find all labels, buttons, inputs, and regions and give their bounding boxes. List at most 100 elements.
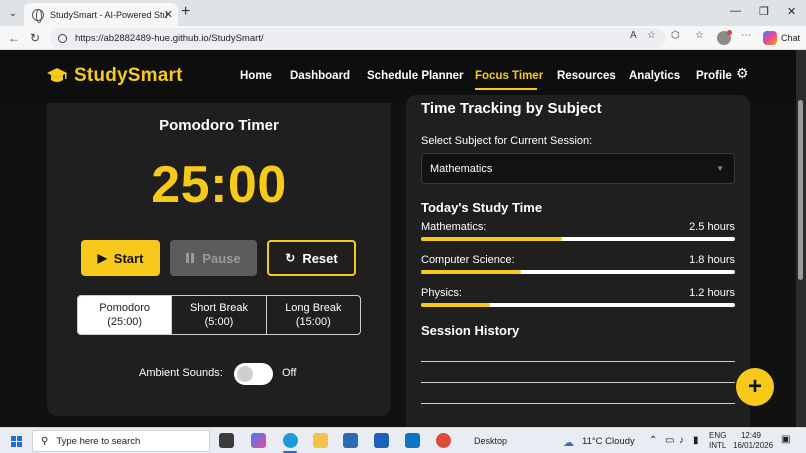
close-window-icon[interactable]: ✕ <box>787 5 796 18</box>
notification-dot <box>727 30 732 35</box>
nav-home[interactable]: Home <box>240 70 272 82</box>
clock-time: 12:49 <box>740 431 762 440</box>
play-icon: ▶ <box>97 251 107 265</box>
tab-title: StudySmart - AI-Powered Study Pl <box>50 9 168 20</box>
pause-icon <box>186 253 195 263</box>
scrollbar-thumb[interactable] <box>798 100 803 280</box>
tab-actions-icon[interactable]: ⌄ <box>4 4 22 22</box>
restore-icon[interactable]: ❐ <box>759 5 769 18</box>
nav-schedule-planner[interactable]: Schedule Planner <box>367 70 464 82</box>
close-tab-icon[interactable]: ✕ <box>164 8 173 21</box>
chat-button[interactable]: Chat <box>781 33 800 43</box>
taskbar-search-placeholder: Type here to search <box>56 435 141 447</box>
copilot-icon[interactable] <box>763 31 777 45</box>
file-explorer-icon[interactable] <box>313 433 328 448</box>
site-info-icon[interactable] <box>58 33 67 43</box>
nav-resources[interactable]: Resources <box>557 70 616 82</box>
subject-select[interactable]: Mathematics ▼ <box>421 153 735 184</box>
url-field[interactable]: https://ab2882489-hue.github.io/StudySma… <box>50 28 666 48</box>
subject-hours: 1.8 hours <box>689 254 735 266</box>
edge-browser-icon[interactable] <box>283 433 298 448</box>
nav-focus-timer[interactable]: Focus Timer <box>475 70 543 82</box>
subject-select-value: Mathematics <box>430 162 493 175</box>
mode-name: Pomodoro <box>99 302 151 314</box>
subject-progress-fill <box>421 303 491 307</box>
cloud-weather-icon[interactable]: ☁ <box>563 436 574 449</box>
globe-icon <box>32 8 44 23</box>
tray-chevron-up-icon[interactable]: ⌃ <box>649 435 657 446</box>
new-tab-icon[interactable]: + <box>181 4 190 20</box>
session-history-header <box>421 348 735 362</box>
nav-profile[interactable]: Profile <box>696 70 732 82</box>
mode-duration: (5:00) <box>204 316 234 328</box>
site-logo[interactable]: StudySmart <box>74 65 183 87</box>
windows-start-icon[interactable] <box>11 436 22 447</box>
outlook-icon[interactable] <box>405 433 420 448</box>
chrome-icon[interactable] <box>436 433 451 448</box>
start-label: Start <box>113 250 144 266</box>
refresh-icon[interactable]: ↻ <box>30 31 40 45</box>
mode-duration: (15:00) <box>295 316 331 328</box>
system-clock[interactable]: 12:49 16/01/2026 <box>733 431 773 451</box>
subject-progress-track <box>421 237 735 241</box>
favorite-star-icon[interactable]: ☆ <box>647 30 656 41</box>
start-button[interactable]: ▶ Start <box>81 240 160 276</box>
todays-study-title: Today's Study Time <box>421 200 543 215</box>
search-icon: ⚲ <box>41 435 49 447</box>
minimize-icon[interactable]: — <box>730 5 741 17</box>
network-icon[interactable]: ▭ <box>665 435 674 446</box>
notifications-icon[interactable]: ▣ <box>781 434 790 445</box>
pause-label: Pause <box>202 250 241 266</box>
table-row <box>421 384 735 404</box>
back-icon[interactable]: ← <box>8 31 20 45</box>
timer-display: 25:00 <box>151 156 287 214</box>
volume-icon[interactable]: ♪ <box>679 435 684 446</box>
subject-progress-track <box>421 303 735 307</box>
settings-gear-icon[interactable]: ⚙ <box>736 65 749 82</box>
favorites-icon[interactable]: ☆ <box>695 30 704 41</box>
more-options-icon[interactable]: ⋯ <box>741 30 751 41</box>
browser-tab[interactable]: StudySmart - AI-Powered Study Pl ✕ <box>24 3 178 26</box>
chevron-down-icon: ▼ <box>716 164 724 173</box>
subject-name: Mathematics: <box>421 221 487 233</box>
mode-pomodoro[interactable]: Pomodoro (25:00) <box>78 296 173 334</box>
subject-progress-track <box>421 270 735 274</box>
mode-short-break[interactable]: Short Break (5:00) <box>172 296 267 334</box>
word-icon[interactable] <box>374 433 389 448</box>
store-icon[interactable] <box>343 433 358 448</box>
subject-progress-fill <box>421 270 522 274</box>
reset-button[interactable]: ↻ Reset <box>267 240 356 276</box>
copilot-app-icon[interactable] <box>251 433 266 448</box>
subject-hours: 1.2 hours <box>689 287 735 299</box>
time-tracking-title: Time Tracking by Subject <box>421 100 602 117</box>
add-floating-button[interactable]: + <box>736 368 774 406</box>
subject-select-label: Select Subject for Current Session: <box>421 135 593 147</box>
subject-hours: 2.5 hours <box>689 221 735 233</box>
graduation-cap-icon <box>47 68 67 82</box>
taskbar-search[interactable]: ⚲ Type here to search <box>32 430 210 452</box>
task-view-icon[interactable] <box>219 433 234 448</box>
reset-label: Reset <box>302 250 338 266</box>
table-row <box>421 363 735 383</box>
language-indicator[interactable]: ENG INTL <box>709 431 726 451</box>
weather-text[interactable]: 11°C Cloudy <box>582 436 635 447</box>
ambient-sounds-state: Off <box>282 367 297 379</box>
active-nav-underline <box>475 88 537 90</box>
nav-analytics[interactable]: Analytics <box>629 70 680 82</box>
language-code: ENG <box>709 431 727 440</box>
mode-name: Short Break <box>189 302 249 314</box>
mode-long-break[interactable]: Long Break (15:00) <box>267 296 360 334</box>
web-page: StudySmart Home Dashboard Schedule Plann… <box>0 50 806 427</box>
timer-mode-selector: Pomodoro (25:00) Short Break (5:00) Long… <box>77 295 361 335</box>
extensions-icon[interactable]: ⬡ <box>671 30 680 41</box>
battery-icon[interactable]: ▮ <box>693 435 699 446</box>
subject-progress-fill <box>421 237 563 241</box>
nav-dashboard[interactable]: Dashboard <box>290 70 350 82</box>
url-text: https://ab2882489-hue.github.io/StudySma… <box>75 32 264 44</box>
pause-button[interactable]: Pause <box>170 240 257 276</box>
ambient-sounds-toggle[interactable] <box>234 363 273 385</box>
desktop-toolbar-label[interactable]: Desktop <box>474 436 507 446</box>
pomodoro-card: Pomodoro Timer 25:00 ▶ Start Pause ↻ Res… <box>47 103 391 416</box>
keyboard-layout: INTL <box>709 441 727 450</box>
read-aloud-icon[interactable]: A <box>630 30 637 41</box>
